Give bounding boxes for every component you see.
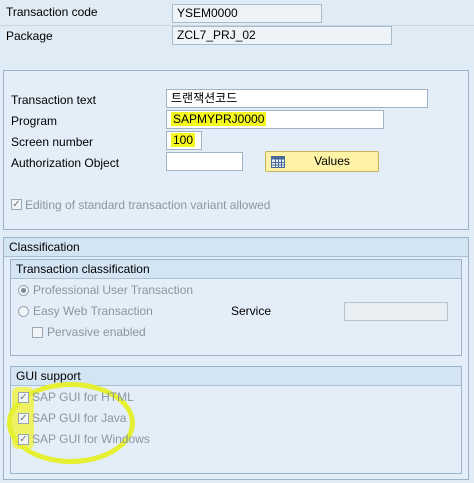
package-field[interactable]: ZCL7_PRJ_02 bbox=[172, 26, 392, 45]
transaction-text-field[interactable]: 트랜잭션코드 bbox=[166, 89, 428, 108]
easy-web-label: Easy Web Transaction bbox=[33, 304, 153, 318]
gui-java-checkbox[interactable]: ✓ bbox=[18, 413, 29, 424]
easy-web-radio[interactable] bbox=[18, 306, 29, 317]
authorization-object-field[interactable] bbox=[166, 152, 243, 171]
program-label: Program bbox=[11, 114, 58, 128]
gui-windows-label: SAP GUI for Windows bbox=[32, 432, 150, 446]
check-icon: ✓ bbox=[19, 413, 28, 424]
classification-title: Classification bbox=[4, 238, 468, 257]
values-button-label: Values bbox=[314, 154, 350, 168]
screen-number-value: 100 bbox=[171, 133, 196, 147]
gui-java-label: SAP GUI for Java bbox=[32, 411, 127, 425]
service-field[interactable] bbox=[344, 302, 448, 321]
program-field[interactable]: SAPMYPRJ0000 bbox=[166, 110, 384, 129]
check-icon: ✓ bbox=[19, 434, 28, 445]
transaction-code-field[interactable]: YSEM0000 bbox=[172, 4, 322, 23]
gui-windows-checkbox[interactable]: ✓ bbox=[18, 434, 29, 445]
transaction-code-label: Transaction code bbox=[6, 5, 98, 19]
check-icon: ✓ bbox=[12, 199, 21, 210]
professional-user-label: Professional User Transaction bbox=[33, 283, 194, 297]
check-icon: ✓ bbox=[19, 392, 28, 403]
authorization-object-label: Authorization Object bbox=[11, 156, 120, 170]
screen-number-field[interactable]: 100 bbox=[166, 131, 202, 150]
pervasive-checkbox[interactable] bbox=[32, 327, 43, 338]
gui-html-checkbox[interactable]: ✓ bbox=[18, 392, 29, 403]
package-label: Package bbox=[6, 29, 53, 43]
transaction-classification-title: Transaction classification bbox=[11, 260, 461, 279]
professional-user-radio[interactable] bbox=[18, 285, 29, 296]
transaction-text-label: Transaction text bbox=[11, 93, 96, 107]
editing-variant-checkbox[interactable]: ✓ bbox=[11, 199, 22, 210]
values-button[interactable]: Values bbox=[265, 151, 379, 172]
service-label: Service bbox=[231, 304, 272, 318]
gui-html-label: SAP GUI for HTML bbox=[32, 390, 134, 404]
program-value: SAPMYPRJ0000 bbox=[171, 112, 267, 126]
pervasive-label: Pervasive enabled bbox=[47, 325, 146, 339]
editing-variant-label: Editing of standard transaction variant … bbox=[25, 198, 271, 212]
screen-number-label: Screen number bbox=[11, 135, 94, 149]
